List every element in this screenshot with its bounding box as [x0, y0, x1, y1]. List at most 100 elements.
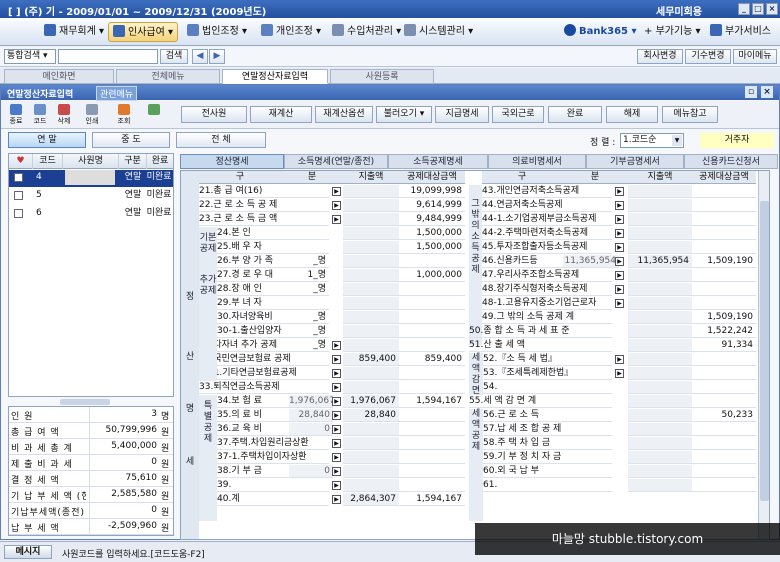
amount-cell[interactable]: 859,400 [343, 353, 399, 366]
detail-arrow-icon[interactable]: ▶ [332, 383, 341, 392]
amount-cell[interactable] [628, 297, 692, 310]
view-tool[interactable]: 조회 [113, 103, 135, 127]
row-checkbox[interactable] [14, 173, 23, 182]
amount-cell[interactable] [628, 311, 692, 324]
row-checkbox[interactable] [14, 209, 23, 218]
amount-cell[interactable] [343, 283, 399, 296]
tab-donation[interactable]: 기부금명세서 [586, 154, 684, 169]
count-input[interactable]: _명 [293, 283, 329, 296]
detail-arrow-icon[interactable]: ▶ [332, 467, 341, 476]
sort-select[interactable]: 1.코드순 ▼ [620, 133, 684, 148]
amount-cell[interactable] [343, 465, 399, 478]
detail-arrow-icon[interactable]: ▶ [332, 453, 341, 462]
amount-cell[interactable] [343, 199, 399, 212]
detail-arrow-icon[interactable]: ▶ [332, 187, 341, 196]
table-row[interactable]: 6 연말 미완료 [9, 206, 173, 223]
tab-credit-card[interactable]: 신용카드신청서 [684, 154, 778, 169]
calc-tool[interactable] [143, 103, 165, 127]
recalc-option-button[interactable]: 재계산옵션 [315, 106, 373, 123]
detail-arrow-icon[interactable]: ▶ [615, 271, 624, 280]
close-form-icon[interactable]: × [761, 86, 773, 98]
overseas-work-button[interactable]: 국외근로 [492, 106, 544, 123]
amount-cell[interactable] [343, 325, 399, 338]
amount-cell[interactable] [343, 297, 399, 310]
form-scrollbar[interactable] [758, 171, 769, 539]
tab-medical[interactable]: 의료비명세서 [488, 154, 586, 169]
tab-all-menu[interactable]: 전체메뉴 [116, 69, 220, 84]
search-input[interactable] [58, 49, 158, 64]
detail-arrow-icon[interactable]: ▶ [615, 355, 624, 364]
detail-arrow-icon[interactable]: ▶ [332, 411, 341, 420]
amount-cell[interactable] [628, 213, 692, 226]
radio-all[interactable]: 전 체 [176, 132, 266, 148]
amount-cell[interactable]: 2,864,307 [343, 493, 399, 506]
amount-cell[interactable] [628, 367, 692, 380]
detail-arrow-icon[interactable]: ▶ [332, 215, 341, 224]
row-checkbox[interactable] [14, 191, 23, 200]
maximize-icon[interactable]: □ [752, 3, 764, 15]
count-input[interactable]: _명 [293, 339, 329, 352]
delete-tool[interactable]: 삭제 [53, 103, 75, 127]
load-button[interactable]: 불러오기 ▾ [376, 106, 432, 123]
scroll-thumb[interactable] [760, 201, 769, 501]
my-menu-button[interactable]: 마이메뉴 [733, 49, 777, 64]
amount-cell[interactable] [343, 437, 399, 450]
amount-cell[interactable] [343, 381, 399, 394]
count-input[interactable]: _명 [293, 255, 329, 268]
menu-hr-payroll[interactable]: 인사급여 ▾ [108, 22, 179, 42]
tab-employee-reg[interactable]: 사원등록 [330, 69, 434, 84]
detail-arrow-icon[interactable]: ▶ [615, 229, 624, 238]
amount-cell[interactable] [628, 409, 692, 422]
bank365-button[interactable]: Bank365 ▾ [560, 22, 641, 42]
change-year-button[interactable]: 기수변경 [685, 49, 731, 64]
count-input[interactable] [293, 297, 329, 310]
amount-cell[interactable] [343, 269, 399, 282]
amount-cell[interactable] [628, 241, 692, 254]
count-input[interactable]: 1_명 [293, 269, 329, 282]
amount-cell[interactable] [343, 423, 399, 436]
change-company-button[interactable]: 회사변경 [637, 49, 683, 64]
close-icon[interactable]: × [766, 3, 778, 15]
table-row[interactable]: 5 연말 미완료 [9, 188, 173, 205]
detail-arrow-icon[interactable]: ▶ [615, 369, 624, 378]
back-arrow-icon[interactable]: ◀ [192, 49, 208, 64]
detail-arrow-icon[interactable]: ▶ [615, 187, 624, 196]
search-scope-select[interactable]: 통합검색 ▾ [4, 49, 56, 64]
amount-cell[interactable] [628, 283, 692, 296]
tab-main[interactable]: 메인화면 [4, 69, 114, 84]
detail-arrow-icon[interactable]: ▶ [332, 341, 341, 350]
recalculate-button[interactable]: 재계산 [250, 106, 312, 123]
amount-cell[interactable] [628, 227, 692, 240]
detail-arrow-icon[interactable]: ▶ [332, 439, 341, 448]
amount-cell[interactable] [628, 395, 692, 408]
amount-cell[interactable] [628, 451, 692, 464]
detail-arrow-icon[interactable]: ▶ [615, 299, 624, 308]
amount-cell[interactable] [628, 423, 692, 436]
amount-cell[interactable] [343, 479, 399, 492]
table-row[interactable]: 4 연말 미완료 [9, 170, 173, 187]
tab-deduction[interactable]: 소득공제명세 [388, 154, 488, 169]
menu-reference-button[interactable]: 메뉴참고 [662, 106, 718, 123]
amount-cell[interactable] [343, 339, 399, 352]
release-button[interactable]: 해제 [606, 106, 658, 123]
amount-cell[interactable] [628, 269, 692, 282]
exit-tool[interactable]: 종료 [5, 103, 27, 127]
menu-extra-service[interactable]: 부가서비스 [706, 22, 775, 42]
print-tool[interactable]: 인쇄 [81, 103, 103, 127]
detail-arrow-icon[interactable]: ▶ [332, 481, 341, 490]
detail-arrow-icon[interactable]: ▶ [332, 495, 341, 504]
menu-revenue[interactable]: 수입처관리 ▾ [328, 22, 405, 42]
payment-statement-button[interactable]: 지급명세 [435, 106, 489, 123]
detail-arrow-icon[interactable]: ▶ [615, 243, 624, 252]
detail-arrow-icon[interactable]: ▶ [615, 215, 624, 224]
detail-arrow-icon[interactable]: ▶ [332, 397, 341, 406]
count-input[interactable]: _명 [293, 311, 329, 324]
amount-cell[interactable] [628, 479, 692, 492]
amount-cell[interactable] [343, 311, 399, 324]
complete-button[interactable]: 완료 [548, 106, 602, 123]
menu-accounting[interactable]: 재무회계 ▾ [40, 22, 108, 42]
amount-cell[interactable] [343, 227, 399, 240]
amount-cell[interactable] [628, 381, 692, 394]
amount-cell[interactable] [628, 199, 692, 212]
detail-arrow-icon[interactable]: ▶ [332, 369, 341, 378]
